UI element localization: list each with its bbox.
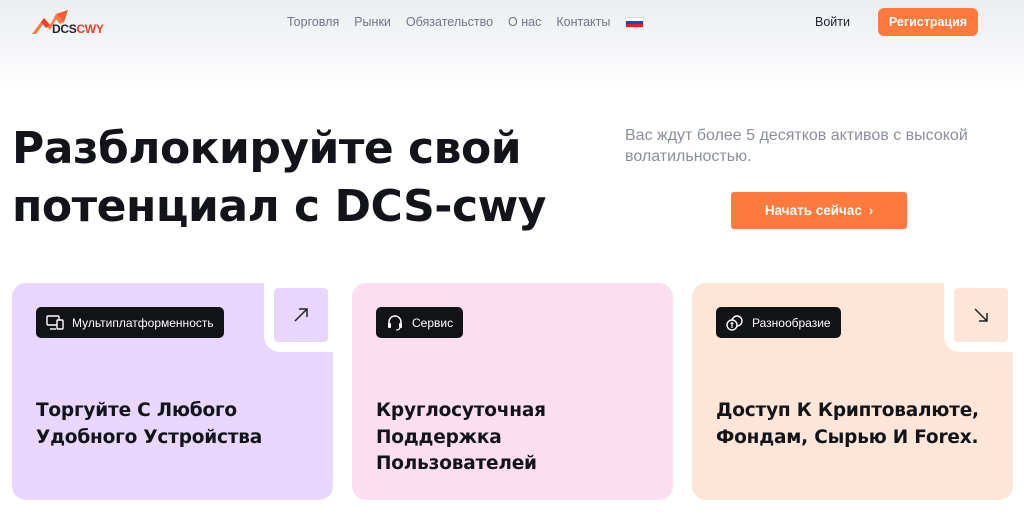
hero-subtitle: Вас ждут более 5 десятков активов с высо… (625, 127, 968, 165)
logo-text-cwy: CWY (76, 22, 104, 36)
main-nav: Торговля Рынки Обязательство О нас Конта… (287, 15, 645, 29)
card-title: Круглосуточная Поддержка Пользователей (376, 400, 546, 474)
card-title: Доступ К Криптовалюте, Фондам, Сырью И F… (716, 400, 979, 448)
feature-card-variety: Разнообразие Доступ К Криптовалюте, Фонд… (692, 282, 1014, 500)
badge-label: Сервис (412, 315, 454, 330)
arrow-down-right-icon (974, 308, 988, 322)
register-button[interactable]: Регистрация (878, 8, 978, 36)
start-now-button[interactable]: Начать сейчас › (731, 192, 907, 229)
start-now-label: Начать сейчас (764, 203, 862, 218)
card-corner (264, 282, 334, 352)
nav-about[interactable]: О нас (508, 15, 541, 29)
hero-title: Разблокируйте свой потенциал с DCS-cwy (12, 120, 602, 236)
site-header: DCSCWY Торговля Рынки Обязательство О на… (0, 0, 1024, 90)
nav-markets[interactable]: Рынки (354, 15, 391, 29)
nav-contacts[interactable]: Контакты (556, 15, 610, 29)
feature-card-multiplatform: Мультиплатформенность Торгуйте С Любого … (12, 282, 334, 500)
badge-label: Разнообразие (752, 315, 831, 330)
nav-commitment[interactable]: Обязательство (406, 15, 493, 29)
badge-variety: Разнообразие (716, 307, 841, 338)
chevron-right-icon: › (868, 203, 874, 218)
arrow-up-right-icon (294, 308, 308, 322)
card-title: Торгуйте С Любого Удобного Устройства (36, 400, 263, 448)
nav-trading[interactable]: Торговля (287, 15, 339, 29)
logo-text: DCSCWY (52, 22, 104, 36)
headset-icon (388, 314, 402, 331)
feature-card-service: Сервис Круглосуточная Поддержка Пользова… (352, 283, 673, 500)
badge-service: Сервис (376, 307, 464, 338)
monitor-icon (46, 314, 64, 330)
coins-icon (726, 314, 743, 331)
badge-multiplatform: Мультиплатформенность (36, 307, 224, 338)
logo-text-dcs: DCS (52, 22, 77, 36)
hero-title-line2: потенциал с DCS-cwy (12, 181, 546, 232)
login-link[interactable]: Войти (815, 15, 850, 29)
arrow-up-right-button[interactable] (274, 288, 328, 342)
russia-flag-icon[interactable] (625, 16, 645, 28)
hero-title-line1: Разблокируйте свой (12, 123, 522, 174)
card-corner (944, 282, 1014, 352)
arrow-down-right-button[interactable] (954, 288, 1008, 342)
badge-label: Мультиплатформенность (72, 315, 214, 330)
